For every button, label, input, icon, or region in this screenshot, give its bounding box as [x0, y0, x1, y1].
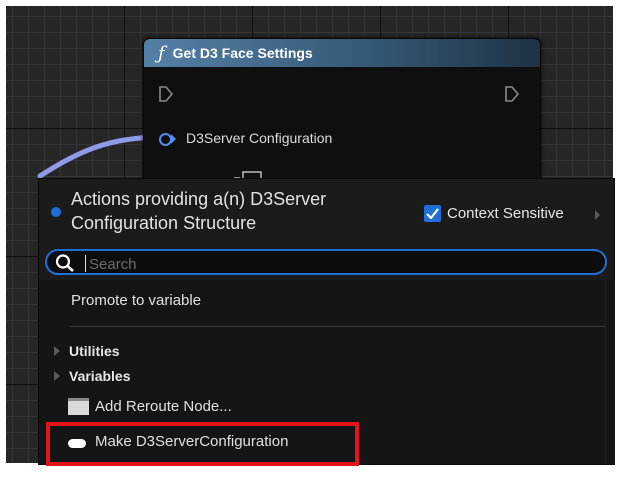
- category-utilities[interactable]: Utilities: [69, 343, 120, 359]
- pin-type-dot-icon: [51, 207, 61, 217]
- context-sensitive-checkbox[interactable]: [424, 205, 441, 222]
- search-input[interactable]: [87, 252, 591, 276]
- reroute-node-icon: [68, 398, 89, 415]
- list-divider: [69, 326, 614, 327]
- promote-to-variable-item[interactable]: Promote to variable: [71, 292, 201, 309]
- scrollbar-track[interactable]: [605, 280, 615, 464]
- expand-arrow-icon[interactable]: [54, 371, 60, 381]
- pin-arrow-icon: [171, 134, 176, 144]
- get-d3-face-settings-node[interactable]: ƒ Get D3 Face Settings D3Server Configur…: [143, 38, 541, 190]
- exec-out-pin-icon[interactable]: [504, 85, 520, 103]
- category-variables[interactable]: Variables: [69, 368, 131, 384]
- menu-title: Actions providing a(n) D3Server Configur…: [71, 189, 327, 233]
- search-box[interactable]: [45, 249, 607, 276]
- node-title: Get D3 Face Settings: [172, 45, 313, 61]
- output-pin-label: D3Server Configuration: [186, 130, 333, 146]
- highlight-box: [46, 422, 359, 466]
- text-caret: [85, 255, 86, 272]
- context-sensitive-label[interactable]: Context Sensitive: [447, 205, 564, 222]
- function-icon: ƒ: [158, 42, 165, 64]
- expand-arrow-icon[interactable]: [54, 346, 60, 356]
- node-header[interactable]: ƒ Get D3 Face Settings: [144, 39, 540, 67]
- exec-in-pin-icon[interactable]: [158, 85, 174, 103]
- context-sensitive-arrow-icon[interactable]: [595, 210, 600, 220]
- search-icon: [55, 254, 74, 272]
- add-reroute-node-item[interactable]: Add Reroute Node...: [95, 398, 232, 415]
- checkbox-check-icon: [426, 208, 439, 219]
